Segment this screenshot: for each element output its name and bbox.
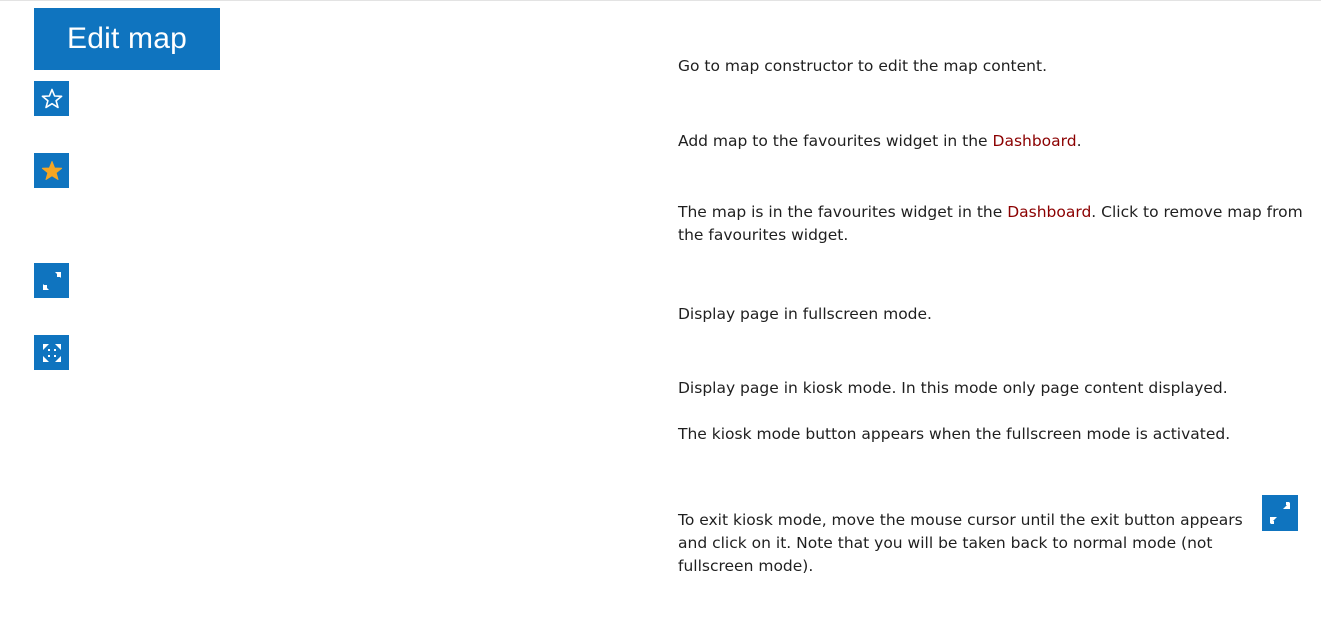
star-filled-icon	[40, 159, 64, 183]
top-divider	[0, 0, 1321, 1]
star-outline-icon	[40, 87, 64, 111]
fullscreen-description: Display page in fullscreen mode.	[678, 305, 932, 323]
remove-favourite-description: The map is in the favourites widget in t…	[678, 201, 1308, 247]
dashboard-link[interactable]: Dashboard	[993, 132, 1077, 150]
kiosk-mode-icon	[39, 340, 65, 366]
kiosk-button-note: The kiosk mode button appears when the f…	[678, 425, 1231, 443]
kiosk-mode-button[interactable]	[34, 335, 69, 370]
fullscreen-icon	[39, 268, 65, 294]
kiosk-description: Display page in kiosk mode. In this mode…	[678, 379, 1228, 397]
add-favourite-text-end: .	[1076, 132, 1082, 150]
add-favourite-description: Add map to the favourites widget in the …	[678, 130, 1308, 153]
remove-favourite-text: The map is in the favourites widget in t…	[678, 203, 1008, 221]
edit-map-button-label: Edit map	[67, 22, 187, 55]
edit-map-description: Go to map constructor to edit the map co…	[678, 57, 1048, 75]
dashboard-link[interactable]: Dashboard	[1007, 203, 1091, 221]
add-to-favourites-button[interactable]	[34, 81, 69, 116]
edit-map-button[interactable]: Edit map	[34, 8, 220, 70]
add-favourite-text: Add map to the favourites widget in the	[678, 132, 993, 150]
exit-kiosk-button-image	[1262, 495, 1298, 531]
fullscreen-button[interactable]	[34, 263, 69, 298]
kiosk-exit-description: To exit kiosk mode, move the mouse curso…	[678, 511, 1243, 575]
exit-kiosk-icon	[1262, 502, 1298, 535]
remove-from-favourites-button[interactable]	[34, 153, 69, 188]
